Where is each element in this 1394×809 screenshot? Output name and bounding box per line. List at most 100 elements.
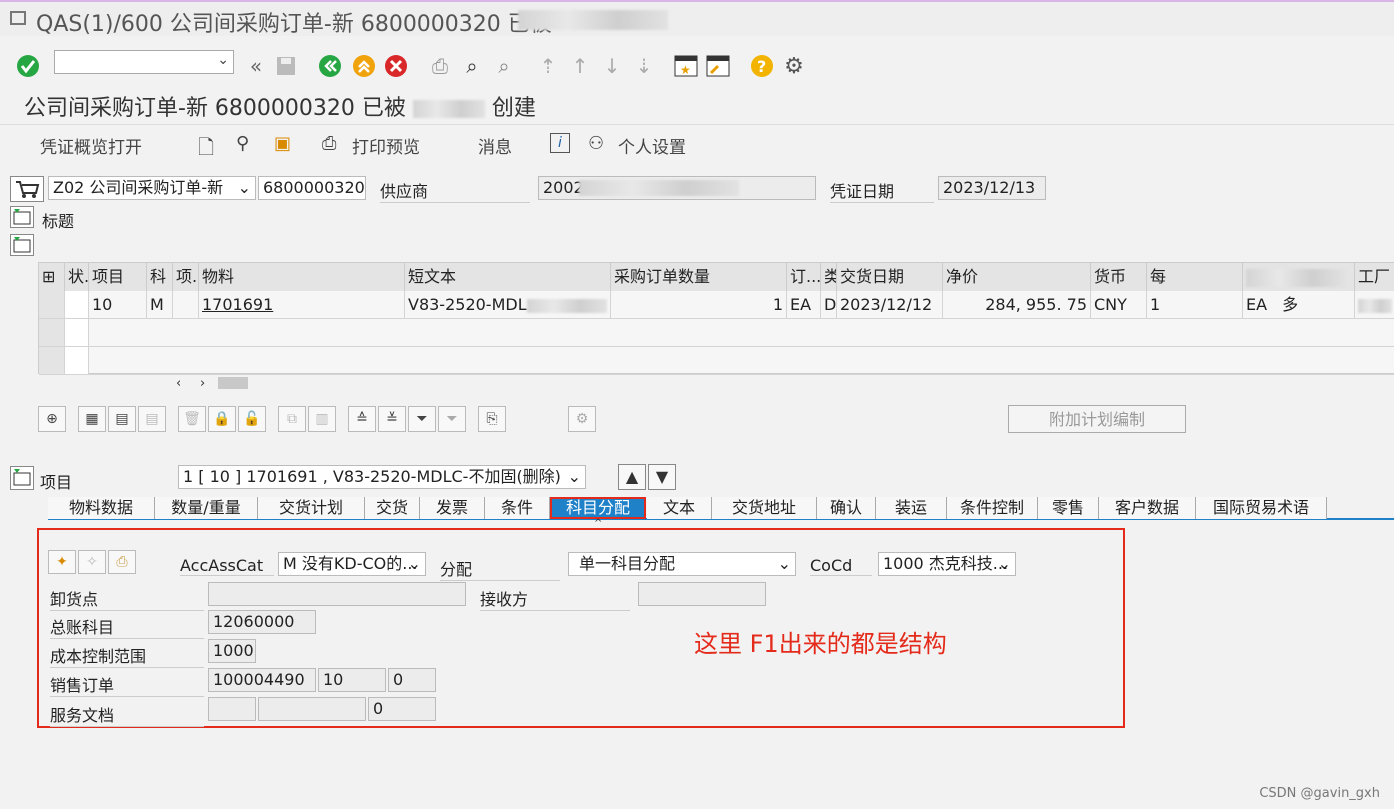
enter-check-icon[interactable] [16,54,40,78]
po-qty-cell[interactable]: 1 [611,291,787,319]
col-header-itemcat[interactable]: 项. [173,263,199,291]
scroll-right-icon[interactable]: › [200,376,205,391]
window-menu-icon[interactable] [10,11,26,25]
doc-overview-button[interactable]: 凭证概览打开 [40,133,142,158]
header-collapse-icon[interactable] [10,206,34,228]
itemcat-cell[interactable] [173,291,199,319]
currency-cell[interactable]: CNY [1091,291,1147,319]
item-detail-collapse-icon[interactable] [10,466,34,490]
tab-quantity-weight[interactable]: 数量/重量 [155,497,258,519]
col-header-order-unit[interactable]: 订... [787,263,821,291]
col-header-per[interactable]: 每 [1147,263,1243,291]
customize-gear-icon[interactable]: ⚙ [782,54,806,78]
sales-order-field[interactable]: 100004490 [208,668,316,692]
exit-icon[interactable] [352,54,376,78]
col-header-cat[interactable]: 类 [821,263,837,291]
tab-account-assignment[interactable]: 科目分配 [550,497,646,519]
chevron-down-icon[interactable]: ⌄ [568,466,581,488]
print-preview-icon[interactable]: ⎙ [322,133,336,154]
tab-delivery-address[interactable]: 交货地址 [712,497,817,519]
row-selector[interactable] [39,291,65,319]
col-header-short-text[interactable]: 短文本 [405,263,611,291]
scroll-left-icon[interactable]: ‹ [176,376,181,391]
cart-icon[interactable] [10,176,44,202]
plant-cell[interactable] [1355,291,1394,319]
tab-customer-data[interactable]: 客户数据 [1099,497,1196,519]
tab-delivery[interactable]: 交货 [365,497,420,519]
shortcut-icon[interactable] [706,54,730,78]
overview-collapse-icon[interactable] [10,234,34,256]
col-header-item[interactable]: 项目 [89,263,147,291]
recipient-field[interactable] [638,582,766,606]
reference-icon[interactable]: ▥ [308,406,336,432]
tab-condition-control[interactable]: 条件控制 [947,497,1038,519]
service-doc-field[interactable] [208,697,256,721]
info-icon[interactable]: i [550,133,570,153]
item-select[interactable]: 1 [ 10 ] 1701691 , V83-2520-MDLC-不加固(删除)… [178,465,586,489]
personal-settings-button[interactable]: 个人设置 [618,133,686,158]
order-unit-2-cell[interactable]: EA 多 [1243,291,1355,319]
copy-icon[interactable]: ⧉ [278,406,306,432]
co-area-field[interactable]: 1000 [208,639,256,663]
chevron-down-icon[interactable]: ⌄ [998,553,1011,575]
material-cell[interactable]: 1701691 [199,291,405,319]
tab-incoterms[interactable]: 国际贸易术语 [1196,497,1327,519]
col-header-delivery-date[interactable]: 交货日期 [837,263,943,291]
tab-invoice[interactable]: 发票 [420,497,485,519]
previous-item-button[interactable]: ▲ [618,464,646,490]
print-icon[interactable]: ⎙ [428,54,452,78]
service-doc-seq-field[interactable]: 0 [368,697,436,721]
print-preview-button[interactable]: 打印预览 [352,133,420,158]
status-cell[interactable] [65,319,89,347]
col-header-po-qty[interactable]: 采购订单数量 [611,263,787,291]
unlock-icon[interactable]: 🔓 [238,406,266,432]
last-page-icon[interactable]: ⇣ [632,54,656,78]
sort-descending-icon[interactable]: ≚ [378,406,406,432]
new-document-icon[interactable]: 🗋 [198,133,214,167]
cocd-select[interactable]: 1000 杰克科技... ⌄ [878,552,1016,576]
status-cell[interactable] [65,347,89,375]
back-icon[interactable] [318,54,342,78]
find-icon[interactable]: ⌕ [460,54,484,78]
col-header-blurred[interactable] [1243,263,1355,291]
deselect-all-icon[interactable]: ▤ [108,406,136,432]
per-cell[interactable]: 1 [1147,291,1243,319]
horizontal-scrollbar[interactable] [218,377,248,389]
po-number-field[interactable]: 6800000320 [258,176,366,200]
display-change-icon[interactable]: ⚲ [236,133,249,154]
tab-conditions[interactable]: 条件 [485,497,550,519]
sort-ascending-icon[interactable]: ≙ [348,406,376,432]
acc-ass-cat-select[interactable]: M 没有KD-CO的... ⌄ [278,552,426,576]
service-doc-item-field[interactable] [258,697,366,721]
tab-text[interactable]: 文本 [647,497,712,519]
unloading-point-field[interactable] [208,582,466,606]
table-row[interactable] [89,319,1394,347]
export-icon[interactable]: ⎘ [478,406,506,432]
wand-disabled-icon[interactable]: ✧ [78,550,106,574]
cat-cell[interactable]: D [821,291,837,319]
wand-icon[interactable]: ✦ [48,550,76,574]
previous-page-icon[interactable]: ↑ [568,54,592,78]
col-header-currency[interactable]: 货币 [1091,263,1147,291]
chevron-down-icon[interactable]: ⌄ [238,177,251,199]
distribution-select[interactable]: 单一科目分配 ⌄ [568,552,796,576]
next-page-icon[interactable]: ↓ [600,54,624,78]
chevron-down-icon[interactable]: ⌄ [778,553,791,575]
col-header-acct[interactable]: 科 [147,263,173,291]
col-header-material[interactable]: 物料 [199,263,405,291]
command-field[interactable]: ⌄ [54,50,234,74]
help-icon[interactable]: ? [750,54,774,78]
table-row[interactable] [89,347,1394,375]
detail-icon[interactable]: ⊕ [38,406,66,432]
status-cell[interactable] [65,291,89,319]
chevron-down-icon[interactable]: ⌄ [408,553,421,575]
filter-icon[interactable]: ⏷ [408,406,436,432]
tab-confirmation[interactable]: 确认 [817,497,876,519]
create-session-icon[interactable]: ★ [674,54,698,78]
history-back-icon[interactable]: « [244,54,268,78]
short-text-cell[interactable]: V83-2520-MDL [405,291,611,319]
save-icon[interactable] [274,54,298,78]
cancel-icon[interactable] [384,54,408,78]
filter-off-icon[interactable]: ⏷ [438,406,466,432]
order-unit-cell[interactable]: EA [787,291,821,319]
